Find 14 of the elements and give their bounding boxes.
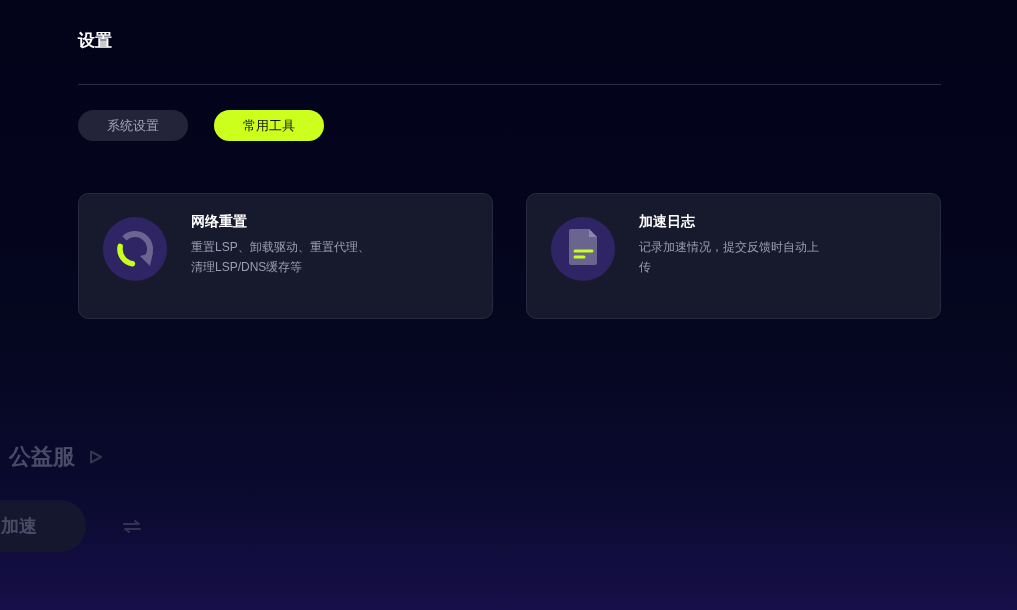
backdrop-heading: 公益服 xyxy=(9,444,75,470)
swap-icon xyxy=(122,519,142,533)
play-icon xyxy=(89,450,103,464)
settings-title: 设置 xyxy=(78,31,112,51)
tool-title: 加速日志 xyxy=(639,213,695,231)
tool-title: 网络重置 xyxy=(191,213,247,231)
tab[interactable]: 常用工具 xyxy=(214,110,324,141)
refresh-icon xyxy=(103,217,167,281)
tab[interactable]: 系统设置 xyxy=(78,110,188,141)
tool-card[interactable]: 网络重置 重置LSP、卸载驱动、重置代理、清理LSP/DNS缓存等 xyxy=(78,193,493,319)
tool-description: 记录加速情况，提交反馈时自动上传 xyxy=(639,239,820,276)
tool-card[interactable]: 加速日志 记录加速情况，提交反馈时自动上传 xyxy=(526,193,941,319)
document-icon xyxy=(551,217,615,281)
tool-description: 重置LSP、卸载驱动、重置代理、清理LSP/DNS缓存等 xyxy=(191,239,371,276)
